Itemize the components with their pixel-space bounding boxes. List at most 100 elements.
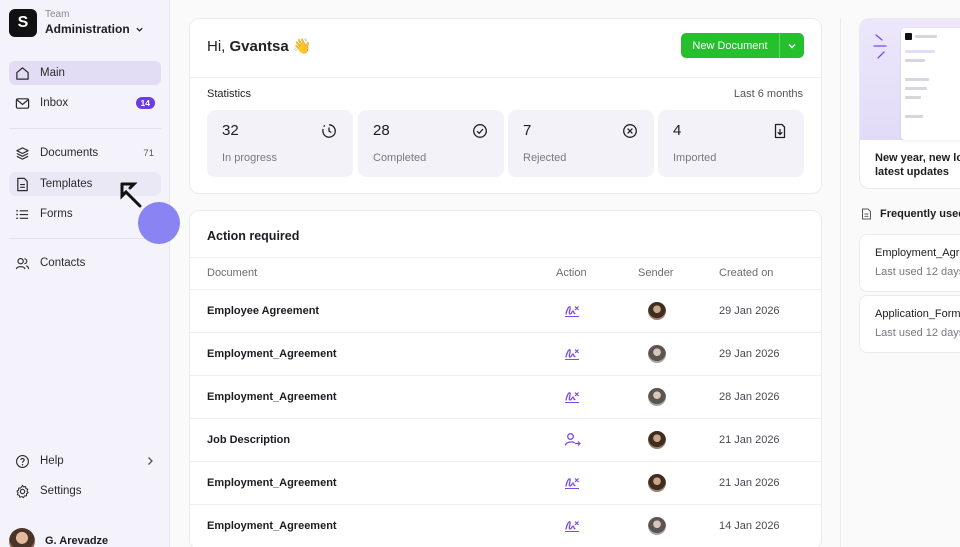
file-import-icon (774, 123, 786, 139)
created-date: 29 Jan 2026 (719, 305, 780, 317)
layers-icon (16, 146, 29, 160)
new-document-label: New Document (692, 39, 768, 52)
frequent-template-card[interactable]: Application_Form Last used 12 days (859, 295, 960, 353)
arrow-pointer-icon (120, 182, 142, 208)
chevron-down-icon (136, 27, 143, 32)
stat-label: Completed (373, 152, 427, 164)
stat-value: 7 (523, 122, 532, 139)
template-name: Employment_Agre (875, 247, 960, 259)
sidebar-item-inbox[interactable]: Inbox 14 (9, 91, 161, 115)
document-name: Job Description (207, 434, 291, 446)
home-icon (16, 66, 29, 80)
sidebar-item-label: Settings (40, 485, 82, 497)
user-name: G. Arevadze (45, 535, 109, 547)
sidebar-item-label: Forms (40, 208, 73, 220)
user-profile[interactable]: G. Arevadze (9, 528, 108, 547)
column-header-created-on: Created on (719, 267, 774, 279)
gear-icon (16, 484, 29, 498)
wave-emoji-icon: 👋 (292, 38, 312, 55)
action-required-card: Action required Document Action Sender C… (189, 210, 822, 547)
frequently-used-heading: Frequently used (861, 208, 960, 220)
overview-card: Hi, Gvantsa 👋 New Document Statistics La… (189, 18, 822, 194)
stat-completed[interactable]: 28 Completed (358, 110, 504, 177)
sign-icon[interactable] (564, 475, 581, 490)
promo-line: New year, new lo (875, 152, 960, 164)
document-name: Employment_Agreement (207, 348, 337, 360)
table-row[interactable]: Employment_Agreement 28 Jan 2026 (190, 375, 821, 418)
cursor-indicator (138, 202, 180, 244)
column-header-action: Action (556, 267, 587, 279)
frequent-template-card[interactable]: Employment_Agre Last used 12 days (859, 234, 960, 292)
file-text-icon (862, 208, 871, 220)
chevron-right-icon (148, 457, 153, 465)
documents-count: 71 (143, 147, 154, 159)
product-preview (901, 28, 960, 140)
column-header-document: Document (207, 267, 258, 279)
new-document-dropdown[interactable] (780, 41, 804, 51)
table-row[interactable]: Employment_Agreement 29 Jan 2026 (190, 332, 821, 375)
inbox-count-badge: 14 (135, 97, 155, 109)
list-icon (16, 209, 29, 219)
sender-avatar (648, 431, 666, 449)
sender-avatar (648, 388, 666, 406)
stat-rejected[interactable]: 7 Rejected (508, 110, 654, 177)
sidebar-item-label: Documents (40, 147, 99, 159)
sidebar-item-main[interactable]: Main (9, 61, 161, 85)
new-document-button[interactable]: New Document (681, 33, 804, 58)
created-date: 21 Jan 2026 (719, 434, 780, 446)
divider (840, 18, 841, 547)
stat-value: 4 (673, 122, 682, 139)
statistics-range[interactable]: Last 6 months (734, 88, 803, 100)
sender-avatar (648, 517, 666, 535)
team-label: Team (45, 9, 70, 20)
divider (190, 77, 821, 78)
created-date: 21 Jan 2026 (719, 477, 780, 489)
sign-icon[interactable] (564, 389, 581, 404)
sign-icon[interactable] (564, 346, 581, 361)
document-name: Employment_Agreement (207, 477, 337, 489)
last-used: Last used 12 days (875, 327, 960, 339)
promo-line: latest updates (875, 166, 949, 178)
clock-icon (322, 124, 336, 138)
team-name: Administration (45, 21, 144, 37)
stat-label: Imported (673, 152, 717, 164)
document-name: Employment_Agreement (207, 391, 337, 403)
divider (9, 238, 161, 239)
created-date: 28 Jan 2026 (719, 391, 780, 403)
table-row[interactable]: Employment_Agreement 14 Jan 2026 (190, 504, 821, 547)
mail-icon (15, 97, 30, 109)
users-icon (15, 257, 30, 269)
whats-new-card[interactable]: New year, new lo latest updates (859, 18, 960, 189)
column-header-sender: Sender (638, 267, 674, 279)
sidebar-item-label: Main (40, 67, 65, 79)
sidebar-item-label: Inbox (40, 97, 69, 109)
team-switcher[interactable]: S Team Administration (9, 9, 144, 37)
sidebar-item-documents[interactable]: Documents 71 (9, 141, 161, 165)
sidebar-item-settings[interactable]: Settings (9, 479, 161, 503)
stat-imported[interactable]: 4 Imported (658, 110, 804, 177)
sidebar-item-contacts[interactable]: Contacts (9, 251, 161, 275)
greeting-prefix: Hi, (207, 38, 226, 55)
divider (9, 128, 161, 129)
created-date: 14 Jan 2026 (719, 520, 780, 532)
chevron-down-icon (788, 43, 796, 48)
team-logo: S (9, 9, 37, 37)
table-row[interactable]: Employment_Agreement 21 Jan 2026 (190, 461, 821, 504)
table-row[interactable]: Employee Agreement 29 Jan 2026 (190, 289, 821, 332)
sidebar: S Team Administration Main Inbox 14 Docu… (0, 0, 170, 547)
sender-avatar (648, 345, 666, 363)
stat-label: Rejected (523, 152, 567, 164)
stat-value: 32 (222, 122, 239, 139)
sign-icon[interactable] (564, 518, 581, 533)
sign-icon[interactable] (564, 303, 581, 318)
assign-user-icon[interactable] (564, 432, 581, 447)
file-text-icon (17, 177, 28, 191)
promo-illustration (860, 19, 960, 140)
sidebar-item-help[interactable]: Help (9, 449, 161, 473)
sidebar-item-label: Templates (40, 178, 93, 190)
table-row[interactable]: Job Description 21 Jan 2026 (190, 418, 821, 461)
promo-text: New year, new lo latest updates (875, 151, 960, 179)
stat-in-progress[interactable]: 32 In progress (207, 110, 353, 177)
greeting: Hi, Gvantsa 👋 (207, 37, 312, 55)
stat-value: 28 (373, 122, 390, 139)
